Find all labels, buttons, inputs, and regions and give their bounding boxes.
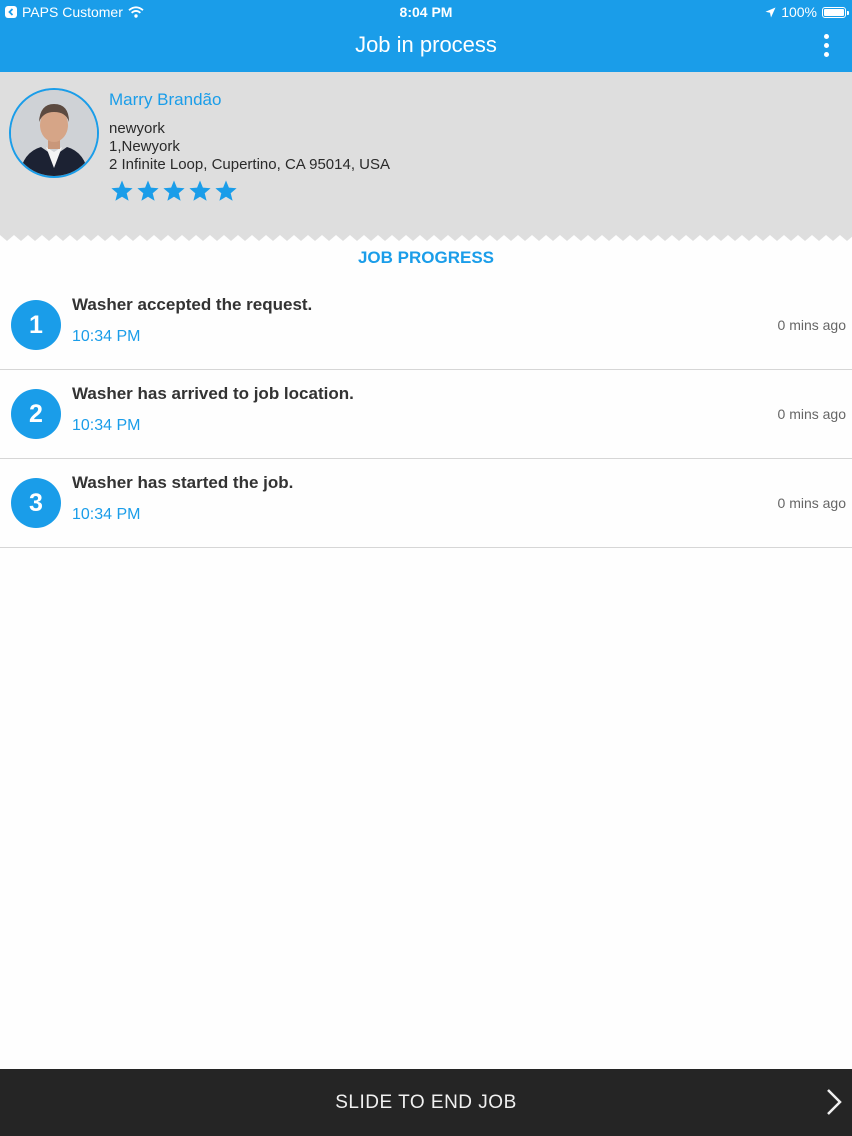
step-number-badge: 3 [11, 478, 61, 528]
page-title: Job in process [355, 32, 497, 57]
location-arrow-icon [765, 7, 776, 17]
zigzag-divider [0, 235, 852, 244]
status-bar: PAPS Customer 8:04 PM 100% [0, 0, 852, 24]
battery-fill [824, 8, 844, 16]
profile-location: 1,Newyork [109, 138, 180, 155]
star-icon [189, 180, 211, 201]
status-right: 100% [765, 4, 849, 20]
chevron-right-icon [827, 1089, 842, 1115]
washer-profile: Marry Brandão newyork 1,Newyork 2 Infini… [0, 72, 852, 244]
step-ago: 0 mins ago [777, 406, 846, 422]
more-vertical-icon[interactable] [822, 34, 830, 60]
battery-percent: 100% [781, 4, 817, 20]
profile-city: newyork [109, 120, 165, 137]
step-title: Washer has arrived to job location. [72, 384, 354, 403]
star-icon [163, 180, 185, 201]
step-number-badge: 1 [11, 300, 61, 350]
star-icon [111, 180, 133, 201]
avatar [9, 88, 99, 178]
step-time: 10:34 PM [72, 328, 141, 345]
step-title: Washer accepted the request. [72, 295, 313, 314]
step-ago: 0 mins ago [777, 495, 846, 511]
profile-address: 2 Infinite Loop, Cupertino, CA 95014, US… [109, 156, 391, 173]
star-icon [137, 180, 159, 201]
battery-icon [822, 6, 849, 18]
step-number-badge: 2 [11, 389, 61, 439]
app-bar: PAPS Customer 8:04 PM 100% Job in proces… [0, 0, 852, 72]
progress-list: 1 Washer accepted the request. 10:34 PM … [0, 281, 852, 548]
step-time: 10:34 PM [72, 417, 141, 434]
job-progress-title: JOB PROGRESS [357, 248, 495, 267]
step-time: 10:34 PM [72, 506, 141, 523]
step-ago: 0 mins ago [777, 317, 846, 333]
slide-label: SLIDE TO END JOB [335, 1092, 517, 1113]
washer-name: Marry Brandão [109, 90, 222, 109]
progress-item: 3 Washer has started the job. 10:34 PM 0… [0, 459, 852, 548]
step-title: Washer has started the job. [72, 473, 294, 492]
progress-item: 1 Washer accepted the request. 10:34 PM … [0, 281, 852, 370]
slide-to-end-job[interactable]: SLIDE TO END JOB [0, 1069, 852, 1136]
star-icon [215, 180, 237, 201]
status-time: 8:04 PM [399, 4, 453, 20]
rating-stars [110, 179, 238, 203]
progress-item: 2 Washer has arrived to job location. 10… [0, 370, 852, 459]
